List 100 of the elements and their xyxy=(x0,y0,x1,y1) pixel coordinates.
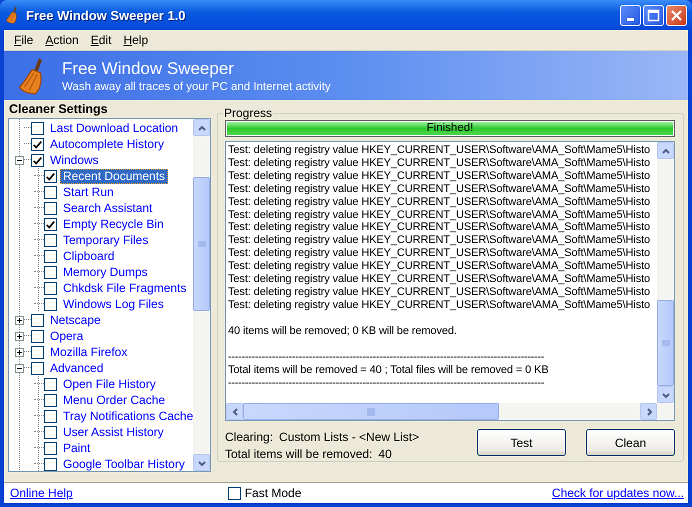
vertical-scrollbar[interactable] xyxy=(657,142,674,403)
log-line: Test: deleting registry value HKEY_CURRENT_USER\Software\AMA_Soft\Mame5\Histo xyxy=(228,286,650,298)
clean-button[interactable]: Clean xyxy=(586,429,675,456)
tree-item[interactable]: Empty Recycle Bin xyxy=(60,216,167,232)
checkbox[interactable] xyxy=(44,458,57,470)
checkbox[interactable] xyxy=(31,346,44,358)
collapse-icon[interactable] xyxy=(15,156,24,164)
checkbox[interactable] xyxy=(44,186,57,198)
scroll-right-button[interactable] xyxy=(640,403,657,420)
tree-item[interactable]: Start Run xyxy=(60,184,117,200)
tree-item[interactable]: Autocomplete History xyxy=(47,136,168,152)
log-line: Test: deleting registry value HKEY_CURRENT_USER\Software\AMA_Soft\Mame5\Histo xyxy=(228,144,650,156)
tree-item[interactable]: Open File History xyxy=(60,376,159,392)
checkbox[interactable] xyxy=(44,170,57,182)
tree-item[interactable]: Chkdsk File Fragments xyxy=(60,280,190,296)
log-line: Test: deleting registry value HKEY_CURRENT_USER\Software\AMA_Soft\Mame5\Histo xyxy=(228,247,650,260)
checkbox[interactable] xyxy=(44,426,57,438)
tree-item[interactable]: Clipboard xyxy=(60,248,118,264)
log-line: Test: deleting registry value HKEY_CURRENT_USER\Software\AMA_Soft\Mame5\Histo xyxy=(228,156,650,169)
checkbox[interactable] xyxy=(44,378,57,390)
tree-item[interactable]: Advanced xyxy=(47,360,106,376)
progress-status: Finished! xyxy=(426,122,474,134)
tree-item[interactable]: Memory Dumps xyxy=(60,264,151,280)
expand-icon[interactable] xyxy=(15,316,24,324)
tree-item[interactable]: Google Toolbar History xyxy=(60,456,188,471)
minimize-button[interactable] xyxy=(620,4,641,26)
tree-item[interactable]: Mozilla Firefox xyxy=(47,344,130,360)
scroll-left-button[interactable] xyxy=(226,403,243,420)
scroll-down-button[interactable] xyxy=(657,386,674,403)
log-line: Test: deleting registry value HKEY_CURRENT_USER\Software\AMA_Soft\Mame5\Histo xyxy=(228,170,650,182)
checkbox[interactable] xyxy=(31,138,44,150)
log-line: Test: deleting registry value HKEY_CURRENT_USER\Software\AMA_Soft\Mame5\Histo xyxy=(228,298,650,311)
tree-item[interactable]: Paint xyxy=(60,440,94,456)
checkbox[interactable] xyxy=(44,282,57,294)
horizontal-scrollbar[interactable] xyxy=(226,403,674,420)
tree-item[interactable]: Tray Notifications Cache xyxy=(60,408,193,424)
log-line: Test: deleting registry value HKEY_CURRENT_USER\Software\AMA_Soft\Mame5\Histo xyxy=(228,221,650,234)
checkbox[interactable] xyxy=(31,330,44,342)
menu-item[interactable]: File xyxy=(8,33,40,47)
checkbox[interactable] xyxy=(44,394,57,406)
scroll-up-button[interactable] xyxy=(193,119,210,136)
clearing-label: Clearing: xyxy=(225,430,274,444)
checkbox[interactable] xyxy=(44,410,57,422)
menu-item[interactable]: Help xyxy=(117,33,154,47)
checkbox[interactable] xyxy=(44,250,57,262)
scroll-thumb[interactable] xyxy=(243,403,499,420)
checkbox[interactable] xyxy=(44,234,57,246)
tree-item[interactable]: Menu Order Cache xyxy=(60,392,168,408)
log-line: Test: deleting registry value HKEY_CURRENT_USER\Software\AMA_Soft\Mame5\Histo xyxy=(228,273,650,286)
menu-item[interactable]: Edit xyxy=(84,33,118,47)
section-heading: Cleaner Settings xyxy=(8,101,109,118)
log-line: Total items will be removed = 40 ; Total files will be removed = 0 KB xyxy=(228,364,549,376)
tree-item[interactable]: Opera xyxy=(47,328,86,344)
tree-item[interactable]: Netscape xyxy=(47,312,104,328)
banner-subtitle: Wash away all traces of your PC and Internet activity xyxy=(62,80,331,92)
separator-line: ---------------------------------------------------------------------------------------------- xyxy=(228,350,544,363)
checkbox[interactable] xyxy=(44,442,57,454)
tree-item[interactable]: Windows Log Files xyxy=(60,296,167,312)
checkbox[interactable] xyxy=(31,122,44,134)
scroll-thumb[interactable] xyxy=(657,300,674,386)
scroll-up-button[interactable] xyxy=(657,142,674,159)
expand-icon[interactable] xyxy=(15,348,24,356)
total-label: Total items will be removed: xyxy=(225,447,372,461)
update-link[interactable]: Check for updates now... xyxy=(552,486,684,500)
maximize-icon xyxy=(647,8,660,22)
tree-item[interactable]: Windows xyxy=(47,152,102,168)
log-line: Test: deleting registry value HKEY_CURRENT_USER\Software\AMA_Soft\Mame5\Histo xyxy=(228,208,650,221)
group-label: Progress xyxy=(223,106,274,120)
close-button[interactable] xyxy=(666,4,687,26)
checkbox[interactable] xyxy=(31,362,44,374)
test-button[interactable]: Test xyxy=(477,429,566,456)
clearing-value: Custom Lists - <New List> xyxy=(279,430,420,444)
tree-item[interactable]: Last Download Location xyxy=(47,120,182,136)
log-line: Test: deleting registry value HKEY_CURRENT_USER\Software\AMA_Soft\Mame5\Histo xyxy=(228,182,650,195)
vertical-scrollbar[interactable] xyxy=(193,119,210,471)
scroll-down-button[interactable] xyxy=(193,454,210,471)
close-icon xyxy=(670,8,683,22)
maximize-button[interactable] xyxy=(643,4,664,26)
window-title: Free Window Sweeper 1.0 xyxy=(26,8,187,22)
separator-line: ---------------------------------------------------------------------------------------------- xyxy=(228,376,544,388)
scroll-thumb[interactable] xyxy=(193,177,210,311)
log-line: Test: deleting registry value HKEY_CURRENT_USER\Software\AMA_Soft\Mame5\Histo xyxy=(228,234,650,246)
checkbox[interactable] xyxy=(44,202,57,214)
tree-item[interactable]: Temporary Files xyxy=(60,232,152,248)
tree-item[interactable]: Search Assistant xyxy=(60,200,156,216)
checkbox[interactable] xyxy=(228,486,241,500)
menu-item[interactable]: Action xyxy=(39,33,85,47)
collapse-icon[interactable] xyxy=(15,364,24,372)
log-line: Test: deleting registry value HKEY_CURRENT_USER\Software\AMA_Soft\Mame5\Histo xyxy=(228,260,650,272)
expand-icon[interactable] xyxy=(15,332,24,340)
total-value: 40 xyxy=(378,447,392,461)
tree-item[interactable]: User Assist History xyxy=(60,424,167,440)
minimize-icon xyxy=(627,18,634,20)
help-link[interactable]: Online Help xyxy=(10,486,73,500)
checkbox[interactable] xyxy=(31,314,44,326)
checkbox[interactable] xyxy=(44,298,57,310)
tree-item[interactable]: Recent Documents xyxy=(60,168,168,184)
checkbox[interactable] xyxy=(31,154,44,166)
checkbox[interactable] xyxy=(44,266,57,278)
checkbox[interactable] xyxy=(44,218,57,230)
